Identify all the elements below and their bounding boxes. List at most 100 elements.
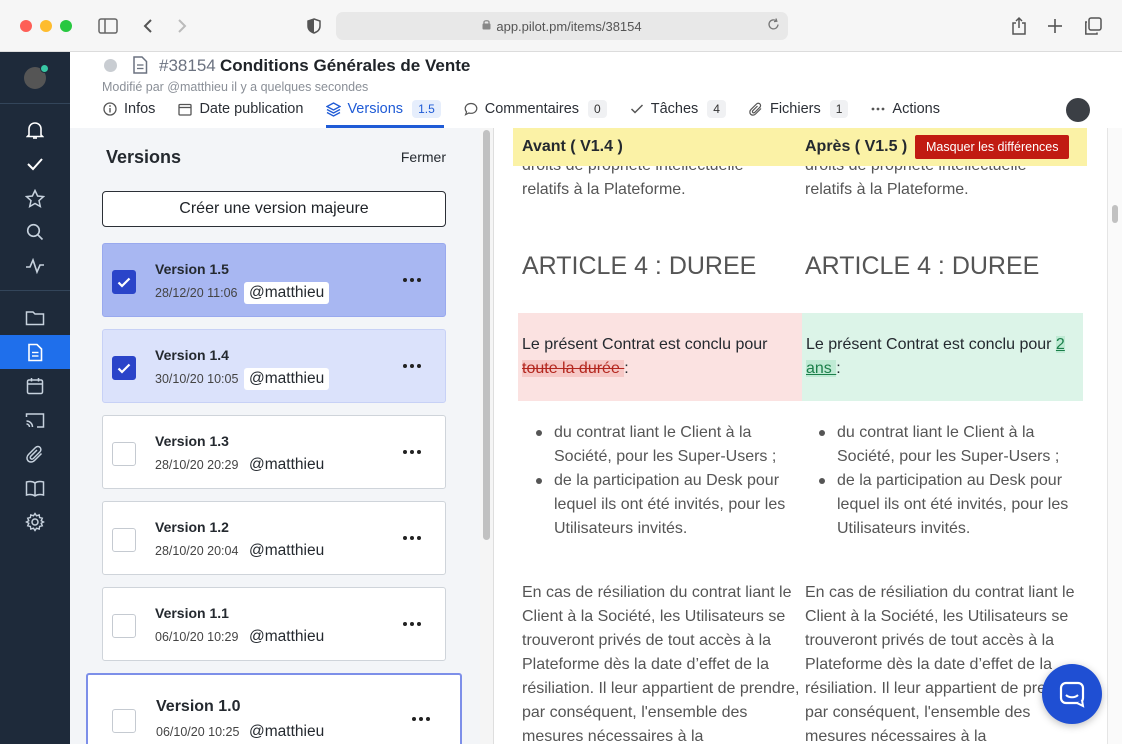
text-fragment: relatifs à la Plateforme. — [522, 181, 686, 198]
close-window-button[interactable] — [20, 20, 32, 32]
back-icon[interactable] — [136, 14, 160, 38]
more-options-icon[interactable] — [410, 709, 432, 729]
reload-icon[interactable] — [767, 18, 780, 34]
sidebar-divider — [0, 103, 70, 104]
version-name: Version 1.3 — [155, 433, 229, 449]
list-item: du contrat liant le Client à la Société,… — [536, 421, 804, 469]
scrollbar-thumb[interactable] — [483, 130, 490, 540]
check-icon[interactable] — [0, 147, 70, 181]
version-card[interactable]: Version 1.3 28/10/20 20:29 @matthieu — [102, 415, 446, 489]
version-card[interactable]: Version 1.5 28/12/20 11:06 @matthieu — [102, 243, 446, 317]
forward-icon[interactable] — [170, 14, 194, 38]
version-author[interactable]: @matthieu — [244, 721, 330, 743]
calendar-icon[interactable] — [0, 369, 70, 403]
changed-sentence: Le présent Contrat est conclu pour 2 ans… — [806, 333, 1082, 381]
version-card[interactable]: Version 1.2 28/10/20 20:04 @matthieu — [102, 501, 446, 575]
sidebar-toggle-icon[interactable] — [96, 14, 120, 38]
version-checkbox[interactable] — [112, 270, 136, 294]
version-author[interactable]: @matthieu — [244, 368, 330, 390]
paragraph: En cas de résiliation du contrat liant l… — [522, 584, 800, 744]
status-indicator[interactable] — [104, 59, 117, 72]
version-checkbox[interactable] — [112, 614, 136, 638]
bullet-list: du contrat liant le Client à la Société,… — [819, 421, 1087, 541]
activity-icon[interactable] — [0, 249, 70, 283]
list-item: de la participation au Desk pour lequel … — [819, 469, 1087, 541]
more-options-icon[interactable] — [401, 442, 423, 462]
document-icon[interactable] — [0, 335, 70, 369]
version-date: 28/12/20 11:06 — [155, 286, 238, 300]
sentence-prefix: Le présent Contrat est conclu pour — [522, 336, 768, 353]
tab-versions[interactable]: Versions 1.5 — [325, 96, 441, 122]
tab-fichiers[interactable]: Fichiers 1 — [748, 96, 849, 122]
maximize-window-button[interactable] — [60, 20, 72, 32]
version-name: Version 1.0 — [156, 698, 241, 715]
scrollbar-thumb[interactable] — [1112, 205, 1118, 223]
close-versions-button[interactable]: Fermer — [401, 149, 446, 165]
chat-icon[interactable] — [1042, 664, 1102, 724]
tab-label: Fichiers — [769, 101, 821, 117]
tabs-overview-icon[interactable] — [1081, 14, 1105, 38]
avatar[interactable] — [1066, 98, 1090, 122]
tab-count: 4 — [707, 100, 726, 118]
tab-commentaires[interactable]: Commentaires 0 — [463, 96, 607, 122]
minimize-window-button[interactable] — [40, 20, 52, 32]
version-checkbox[interactable] — [112, 356, 136, 380]
version-checkbox[interactable] — [112, 709, 136, 733]
calendar-icon — [177, 101, 193, 117]
version-checkbox[interactable] — [112, 528, 136, 552]
paperclip-icon[interactable] — [0, 437, 70, 471]
content-scrollbar[interactable] — [1107, 128, 1122, 744]
more-options-icon[interactable] — [401, 614, 423, 634]
article-heading: ARTICLE 4 : DUREE — [805, 252, 1040, 280]
bell-icon[interactable] — [0, 113, 70, 147]
list-item: de la participation au Desk pour lequel … — [536, 469, 804, 541]
panel-scrollbar[interactable] — [480, 128, 494, 744]
more-horizontal-icon — [870, 101, 886, 117]
version-author[interactable]: @matthieu — [244, 454, 330, 476]
privacy-shield-icon[interactable] — [302, 14, 326, 38]
tab-actions[interactable]: Actions — [870, 96, 940, 122]
version-date: 06/10/20 10:29 — [155, 630, 239, 644]
page-title[interactable]: Conditions Générales de Vente — [220, 56, 470, 76]
sidebar-divider — [0, 290, 70, 291]
tab-label: Versions — [347, 101, 404, 117]
search-icon[interactable] — [0, 215, 70, 249]
version-card[interactable]: Version 1.0 06/10/20 10:25 @matthieu — [86, 673, 462, 744]
more-options-icon[interactable] — [401, 528, 423, 548]
tab-date-publication[interactable]: Date publication — [177, 96, 303, 122]
more-options-icon[interactable] — [401, 270, 423, 290]
info-icon — [102, 101, 118, 117]
address-bar[interactable]: app.pilot.pm/items/38154 — [336, 12, 788, 40]
version-name: Version 1.4 — [155, 347, 229, 363]
workspace-avatar[interactable] — [24, 64, 49, 89]
folder-icon[interactable] — [0, 301, 70, 335]
item-tabs: Infos Date publication Versions 1.5 Comm… — [102, 96, 962, 126]
version-checkbox[interactable] — [112, 442, 136, 466]
tab-taches[interactable]: Tâches 4 — [629, 96, 726, 122]
changed-sentence: Le présent Contrat est conclu pour toute… — [522, 333, 798, 381]
version-author[interactable]: @matthieu — [244, 282, 330, 304]
document-icon — [132, 56, 150, 74]
version-date: 06/10/20 10:25 — [156, 725, 240, 739]
share-icon[interactable] — [1007, 14, 1031, 38]
paperclip-icon — [748, 101, 764, 117]
star-icon[interactable] — [0, 181, 70, 215]
more-options-icon[interactable] — [401, 356, 423, 376]
new-tab-icon[interactable] — [1043, 14, 1067, 38]
article-heading: ARTICLE 4 : DUREE — [522, 252, 757, 280]
item-header: #38154 Conditions Générales de Vente Mod… — [70, 52, 1122, 128]
diff-header: Avant ( V1.4 ) Après ( V1.5 ) Masquer le… — [513, 128, 1087, 166]
book-icon[interactable] — [0, 471, 70, 505]
hide-differences-button[interactable]: Masquer les différences — [915, 135, 1070, 159]
version-card[interactable]: Version 1.4 30/10/20 10:05 @matthieu — [102, 329, 446, 403]
gear-icon[interactable] — [0, 505, 70, 539]
cast-icon[interactable] — [0, 403, 70, 437]
tab-infos[interactable]: Infos — [102, 96, 155, 122]
version-name: Version 1.5 — [155, 261, 229, 277]
create-major-version-button[interactable]: Créer une version majeure — [102, 191, 446, 227]
version-card[interactable]: Version 1.1 06/10/20 10:29 @matthieu — [102, 587, 446, 661]
sentence-suffix: : — [836, 360, 841, 377]
version-date: 28/10/20 20:04 — [155, 544, 239, 558]
version-author[interactable]: @matthieu — [244, 540, 330, 562]
version-author[interactable]: @matthieu — [244, 626, 330, 648]
